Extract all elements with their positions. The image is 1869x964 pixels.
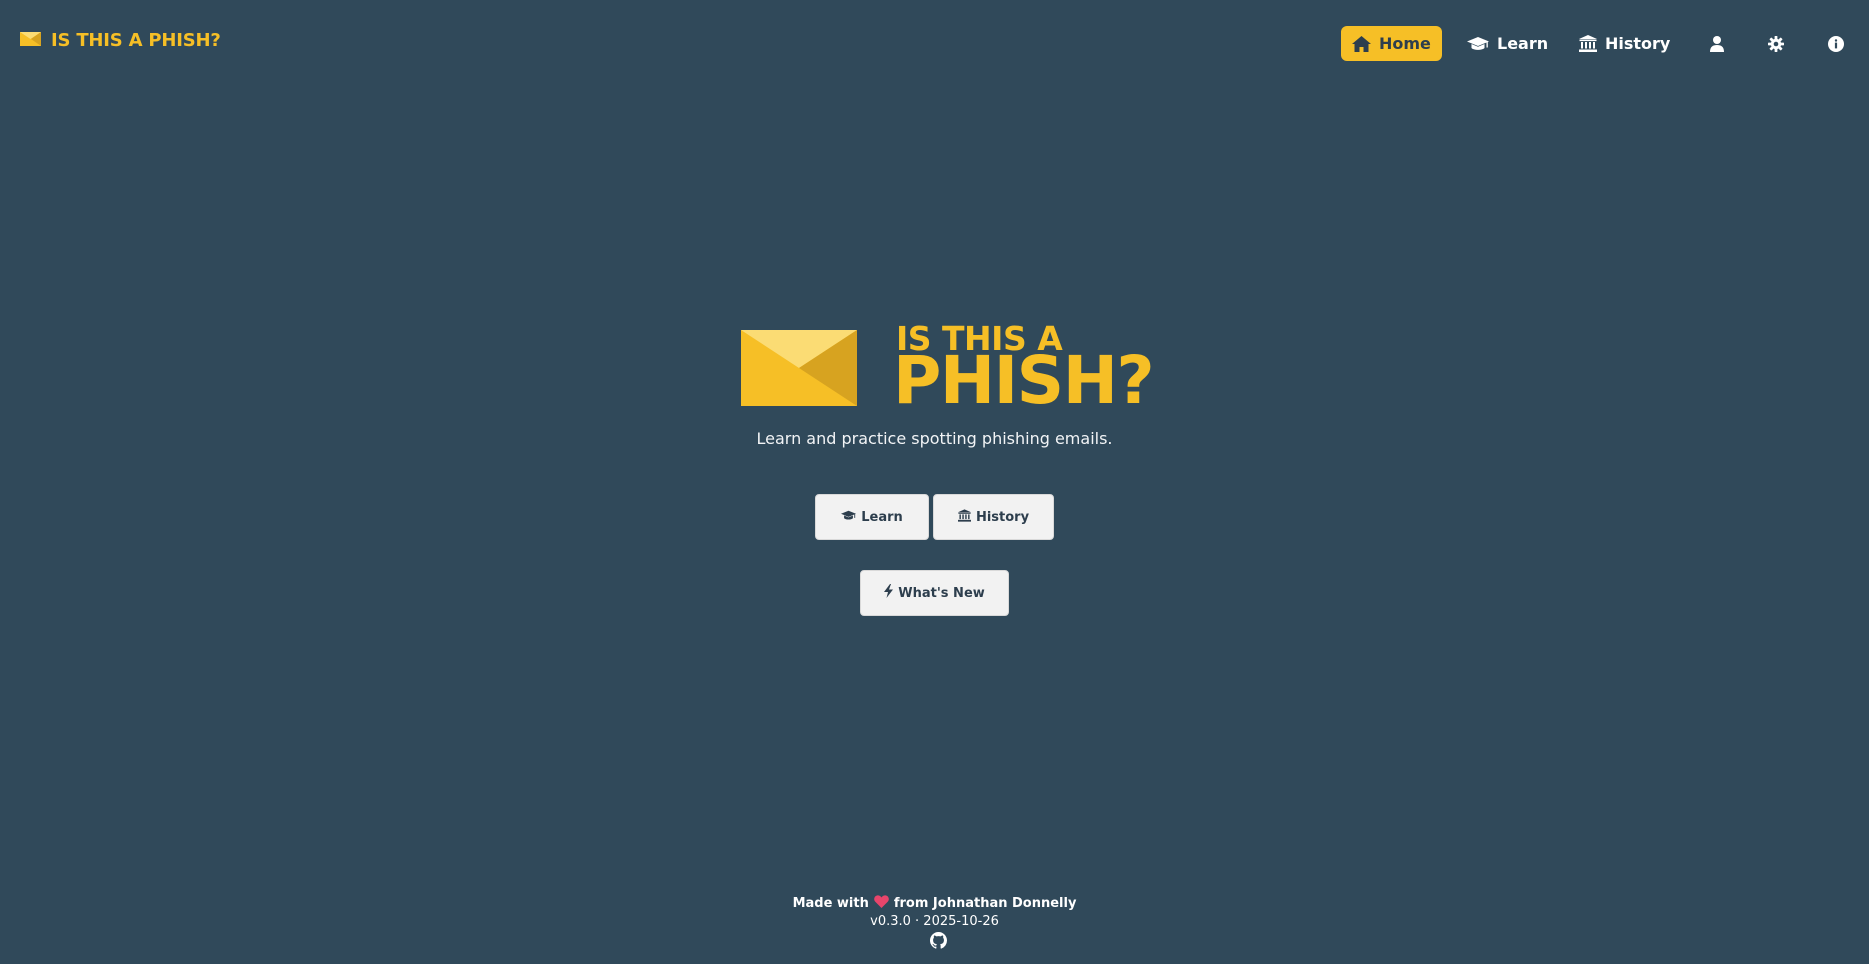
hero-tagline: Learn and practice spotting phishing ema… (756, 429, 1113, 448)
footer-author: from Johnathan Donnelly (893, 896, 1077, 911)
history-button[interactable]: History (933, 494, 1054, 540)
graduation-cap-icon (841, 510, 857, 525)
learn-button[interactable]: Learn (815, 494, 929, 540)
footer-credit: Made with from Johnathan Donnelly (0, 895, 1869, 912)
nav-home[interactable]: Home (1341, 26, 1442, 61)
nav-profile[interactable] (1699, 26, 1735, 61)
whats-new-button-label: What's New (898, 585, 985, 601)
nav-learn[interactable]: Learn (1456, 26, 1559, 61)
history-button-label: History (975, 509, 1030, 525)
user-icon (1710, 35, 1724, 52)
bolt-icon (884, 584, 894, 602)
whats-new-button[interactable]: What's New (860, 570, 1009, 616)
nav-home-label: Home (1379, 34, 1431, 53)
gear-icon (1768, 35, 1784, 52)
nav-history[interactable]: History (1568, 26, 1681, 61)
nav-settings[interactable] (1757, 26, 1795, 61)
home-icon (1352, 35, 1371, 52)
hero-envelope-icon (741, 330, 857, 410)
github-icon[interactable] (930, 932, 947, 953)
learn-button-label: Learn (861, 509, 903, 525)
nav-learn-label: Learn (1497, 34, 1549, 53)
hero-title-line2: PHISH? (893, 342, 1155, 419)
graduation-cap-icon (1467, 36, 1489, 52)
landmark-icon (957, 508, 971, 526)
nav-info[interactable] (1817, 26, 1855, 61)
info-icon (1828, 35, 1844, 52)
landmark-icon (1579, 35, 1597, 52)
footer-made-with: Made with (792, 896, 869, 911)
top-nav: Home Learn History (0, 26, 1869, 62)
heart-icon (874, 895, 889, 912)
footer-version: v0.3.0 · 2025-10-26 (870, 914, 999, 929)
nav-history-label: History (1605, 34, 1671, 53)
